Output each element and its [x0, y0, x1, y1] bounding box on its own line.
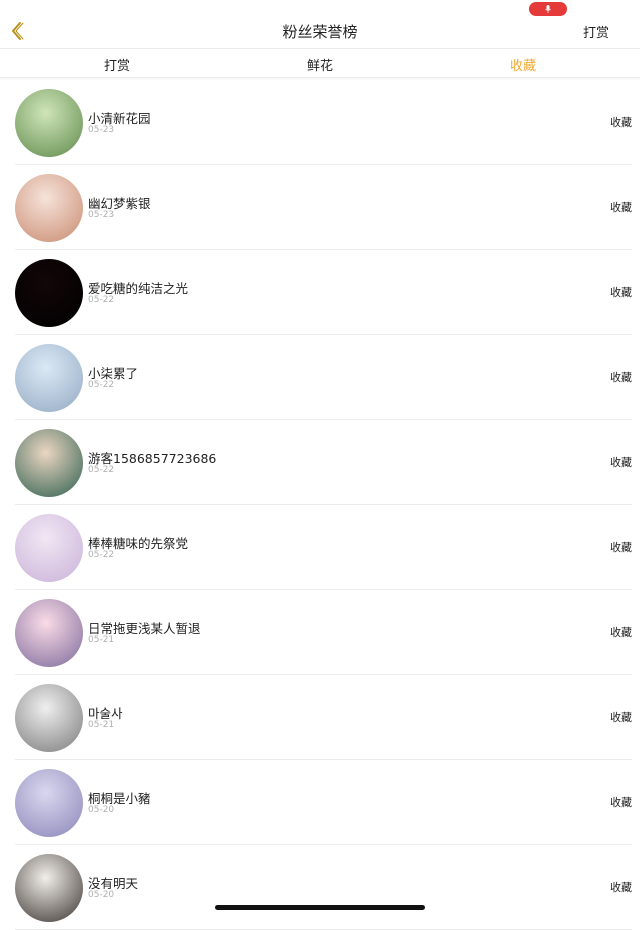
tab-reward[interactable]: 打赏: [104, 55, 130, 74]
avatar[interactable]: [15, 769, 83, 837]
list-item[interactable]: 没有明天 05-20 收藏: [15, 845, 632, 930]
list-item[interactable]: 幽幻梦紫银 05-23 收藏: [15, 165, 632, 250]
fan-date: 05-23: [88, 125, 115, 135]
list-item[interactable]: 桐桐是小豬 05-20 收藏: [15, 760, 632, 845]
microphone-indicator: [529, 2, 567, 16]
favorite-label: 收藏: [610, 541, 632, 554]
favorite-label: 收藏: [610, 456, 632, 469]
tab-favorites[interactable]: 收藏: [510, 55, 536, 74]
navigation-bar: 粉丝荣誉榜 打赏: [0, 0, 640, 49]
favorite-label: 收藏: [610, 711, 632, 724]
list-item[interactable]: 游客1586857723686 05-22 收藏: [15, 420, 632, 505]
favorite-label: 收藏: [610, 371, 632, 384]
list-item[interactable]: 棒棒糖味的先祭党 05-22 收藏: [15, 505, 632, 590]
list-item[interactable]: 小清新花园 05-23 收藏: [15, 80, 632, 165]
fan-list: 小清新花园 05-23 收藏 幽幻梦紫银 05-23 收藏 爱吃糖的纯洁之光 05-22 收藏小…: [0, 80, 640, 930]
list-item[interactable]: 마술사 05-21 收藏: [15, 675, 632, 760]
favorite-label: 收藏: [610, 201, 632, 214]
home-indicator: [215, 905, 425, 910]
fan-date: 05-21: [88, 720, 115, 730]
favorite-label: 收藏: [610, 116, 632, 129]
reward-button[interactable]: 打赏: [583, 22, 609, 41]
avatar[interactable]: [15, 429, 83, 497]
avatar[interactable]: [15, 174, 83, 242]
list-item[interactable]: 日常拖更浅某人暂退 05-21 收藏: [15, 590, 632, 675]
avatar[interactable]: [15, 599, 83, 667]
list-item[interactable]: 爱吃糖的纯洁之光 05-22 收藏: [15, 250, 632, 335]
microphone-icon: [545, 5, 551, 13]
tab-flowers[interactable]: 鲜花: [307, 55, 333, 74]
fan-date: 05-22: [88, 380, 115, 390]
page-title: 粉丝荣誉榜: [282, 23, 358, 41]
fan-date: 05-21: [88, 635, 115, 645]
favorite-label: 收藏: [610, 286, 632, 299]
tab-bar: 打赏 鲜花 收藏: [0, 49, 640, 78]
fan-date: 05-22: [88, 465, 115, 475]
avatar[interactable]: [15, 854, 83, 922]
avatar[interactable]: [15, 259, 83, 327]
fan-date: 05-22: [88, 295, 115, 305]
list-item[interactable]: 小柒累了 05-22 收藏: [15, 335, 632, 420]
avatar[interactable]: [15, 89, 83, 157]
avatar[interactable]: [15, 684, 83, 752]
favorite-label: 收藏: [610, 796, 632, 809]
favorite-label: 收藏: [610, 626, 632, 639]
favorite-label: 收藏: [610, 881, 632, 894]
fan-date: 05-22: [88, 550, 115, 560]
avatar[interactable]: [15, 514, 83, 582]
fan-date: 05-20: [88, 890, 115, 900]
avatar[interactable]: [15, 344, 83, 412]
fan-date: 05-23: [88, 210, 115, 220]
fan-date: 05-20: [88, 805, 115, 815]
